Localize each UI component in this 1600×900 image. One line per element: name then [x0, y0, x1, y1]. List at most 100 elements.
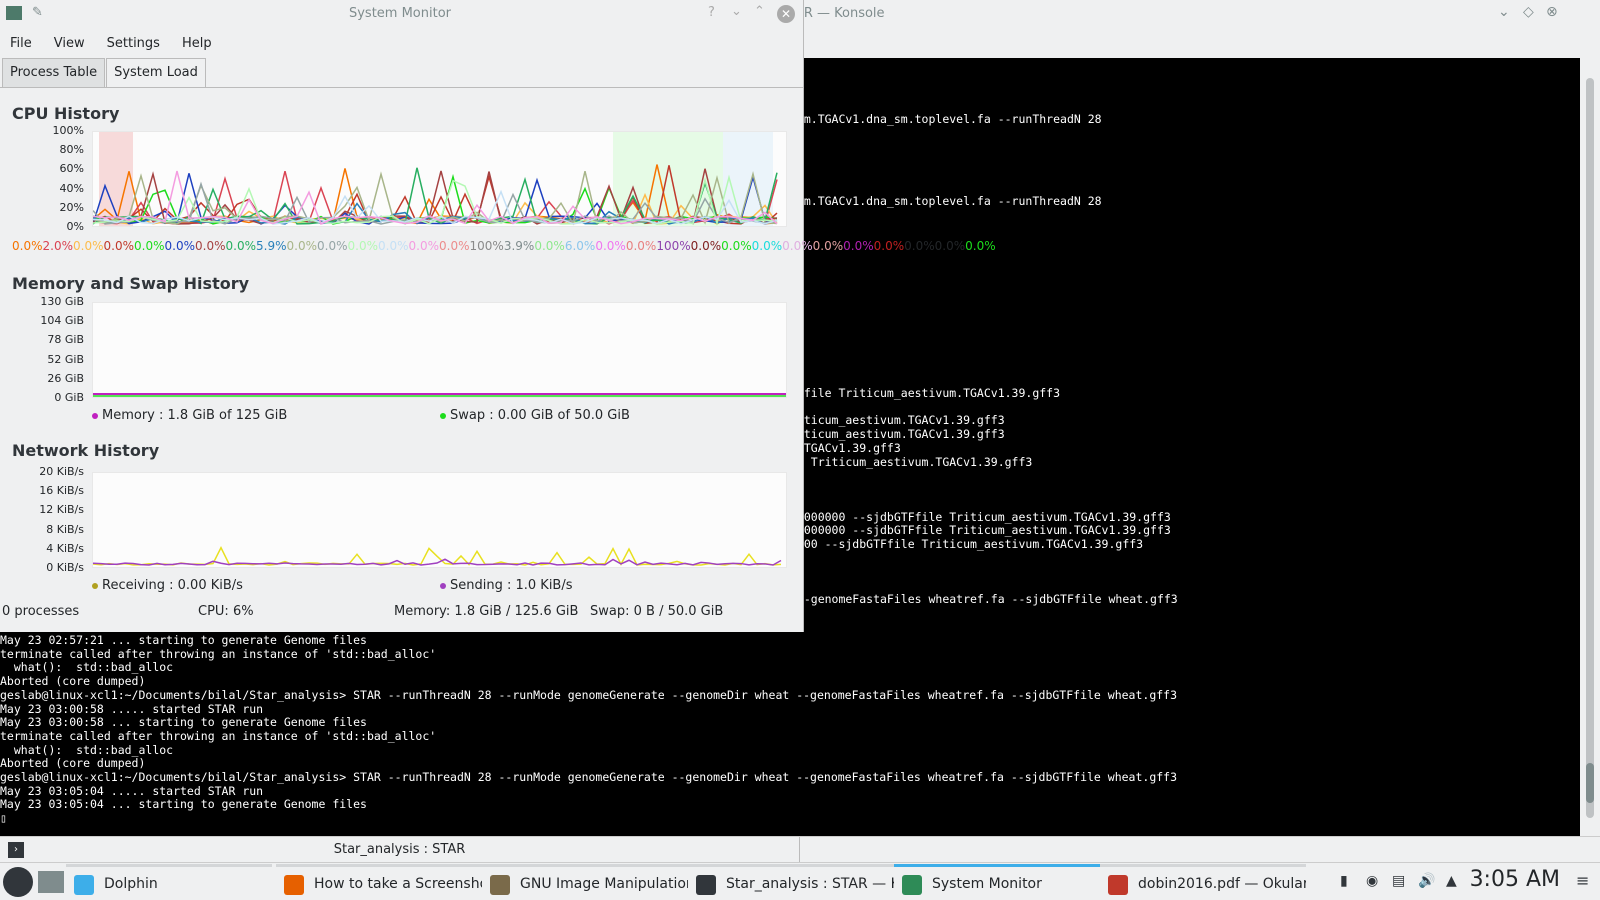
y-tick-label: 16 KiB/s [39, 484, 84, 498]
cpu-core-value: 5.9% [256, 239, 287, 253]
cpu-core-value: 0.0% [12, 239, 43, 253]
cpu-legend: 0.0%2.0%0.0%0.0%0.0%0.0%0.0%0.0%5.9%0.0%… [12, 239, 996, 253]
tray-expand-icon[interactable]: ▲ [1446, 873, 1457, 889]
network-icon[interactable]: ◉ [1366, 873, 1378, 889]
konsole-tab[interactable]: › Star_analysis : STAR [0, 837, 800, 863]
application-launcher-icon[interactable] [3, 867, 33, 897]
status-swap: Swap: 0 B / 50.0 GiB [590, 604, 724, 619]
cpu-core-value: 0.0% [317, 239, 348, 253]
terminal-line: geslab@linux-xcl1:~/Documents/bilal/Star… [0, 687, 1178, 702]
taskbar-item[interactable]: How to take a Screenshot ... [276, 864, 482, 900]
app-icon [902, 875, 922, 895]
sysmon-title: System Monitor [348, 6, 452, 21]
konsole-tabbar: › Star_analysis : STAR [0, 836, 1600, 863]
terminal-line: le Triticum_aestivum.TGACv1.39.gff3 [790, 455, 1033, 469]
clock[interactable]: 3:05 AM [1470, 867, 1560, 892]
taskbar-item[interactable]: GNU Image Manipulation ... [482, 864, 688, 900]
konsole-titlebar: TAR — Konsole ⌄ ◇ ⊗ [788, 0, 1600, 58]
cpu-core-value: 0.0% [378, 239, 409, 253]
app-icon [74, 875, 94, 895]
terminal-line: May 23 03:00:58 ... starting to generate… [0, 715, 367, 730]
y-tick-label: 52 GiB [47, 352, 84, 366]
swap-label: Swap : 0.00 GiB of 50.0 GiB [450, 408, 630, 423]
help-icon[interactable]: ? [708, 5, 715, 20]
cpu-core-value: 6.0% [564, 239, 596, 253]
terminal-line: Aborted (core dumped) [0, 674, 146, 689]
y-tick-label: 8 KiB/s [46, 522, 84, 536]
cpu-core-value: 0.0% [534, 239, 565, 253]
cpu-history-title: CPU History [12, 104, 120, 123]
terminal-line: May 23 02:57:21 ... starting to generate… [0, 633, 367, 647]
cpu-core-value: 0.0% [103, 239, 135, 253]
menu-file[interactable]: File [4, 36, 38, 51]
y-tick-label: 40% [59, 181, 84, 195]
panel-menu-icon[interactable]: ≡ [1576, 871, 1589, 890]
cpu-core-value: 0.0% [134, 239, 165, 253]
receiving-color-dot [92, 582, 98, 589]
cpu-core-value: 0.0% [73, 239, 104, 253]
sending-label: Sending : 1.0 KiB/s [450, 578, 573, 593]
terminal-line: vum.TGACv1.dna_sm.toplevel.fa --runThrea… [790, 194, 1102, 208]
cpu-core-value: 2.0% [42, 239, 74, 253]
taskbar-item[interactable]: dobin2016.pdf — Okular [1100, 864, 1306, 900]
tab-process-table[interactable]: Process Table [2, 58, 106, 87]
sysmon-titlebar: ✎ System Monitor ? ⌄ ⌃ ✕ [0, 0, 803, 28]
cpu-core-value: 0.0% [873, 239, 905, 253]
minimize-icon[interactable]: ⌄ [1498, 4, 1510, 20]
memory-history-title: Memory and Swap History [12, 274, 250, 293]
terminal-line: what(): std::bad_alloc [0, 660, 174, 675]
terminal-line: May 23 03:05:04 ..... started STAR run [0, 783, 264, 798]
terminal-line: terminate called after throwing an insta… [0, 646, 437, 661]
menu-settings[interactable]: Settings [101, 36, 166, 51]
taskbar-item-label: Star_analysis : STAR — Ko... [726, 876, 894, 892]
cpu-core-value: 0.0% [904, 239, 935, 253]
app-icon [696, 875, 716, 895]
y-tick-label: 20% [59, 200, 84, 214]
y-tick-label: 104 GiB [40, 314, 84, 328]
maximize-icon[interactable]: ⌃ [754, 4, 765, 19]
y-tick-label: 100% [52, 124, 84, 137]
close-icon[interactable]: ⊗ [1546, 4, 1558, 20]
maximize-icon[interactable]: ◇ [1523, 4, 1534, 20]
cpu-core-value: 0.0% [595, 239, 626, 253]
app-icon [1108, 875, 1128, 895]
volume-icon[interactable]: 🔊 [1418, 873, 1435, 889]
y-tick-label: 4 KiB/s [46, 541, 84, 555]
cpu-core-value: 3.9% [503, 239, 535, 253]
close-icon[interactable]: ✕ [777, 5, 795, 23]
show-desktop-icon[interactable] [38, 871, 64, 893]
tab-system-load[interactable]: System Load [106, 58, 206, 87]
terminal-line: n.TGACv1.39.gff3 [790, 441, 901, 455]
cpu-core-value: 0.0% [812, 239, 844, 253]
app-icon [284, 875, 304, 895]
y-tick-label: 0 KiB/s [46, 561, 84, 574]
cpu-core-value: 0.0% [164, 239, 196, 253]
sending-color-dot [440, 582, 446, 589]
taskbar-item[interactable]: Star_analysis : STAR — Ko... [688, 864, 894, 900]
cpu-core-value: 0.0% [439, 239, 470, 253]
system-monitor-window: ✎ System Monitor ? ⌄ ⌃ ✕ File View Setti… [0, 0, 996, 632]
sending-legend: Sending : 1.0 KiB/s [440, 578, 573, 593]
y-tick-label: 130 GiB [40, 295, 84, 308]
terminal-line: riticum_aestivum.TGACv1.39.gff3 [790, 413, 1005, 427]
taskbar-item[interactable]: Dolphin [66, 864, 272, 900]
cpu-core-value: 0.0% [625, 239, 657, 253]
menu-help[interactable]: Help [176, 36, 218, 51]
cpu-core-value: 100% [469, 239, 504, 253]
terminal-line: what(): std::bad_alloc [0, 742, 174, 757]
minimize-icon[interactable]: ⌄ [731, 4, 742, 19]
swap-color-dot [440, 412, 446, 419]
terminal-scrollbar[interactable] [1580, 58, 1600, 836]
taskbar-item[interactable]: System Monitor [894, 864, 1100, 900]
network-history-plot [92, 472, 787, 568]
cpu-core-value: 0.0% [782, 239, 813, 253]
taskbar-item-label: System Monitor [932, 876, 1042, 892]
terminal-line: --genomeFastaFiles wheatref.fa --sjdbGTF… [790, 592, 1178, 606]
y-tick-label: 0% [66, 220, 84, 233]
terminal-line: geslab@linux-xcl1:~/Documents/bilal/Star… [0, 770, 1178, 784]
usb-icon[interactable]: ▮ [1340, 873, 1348, 889]
menu-view[interactable]: View [48, 36, 91, 51]
status-memory: Memory: 1.8 GiB / 125.6 GiB [394, 604, 579, 619]
cpu-core-value: 0.0% [408, 239, 440, 253]
clipboard-icon[interactable]: ▤ [1392, 873, 1405, 889]
